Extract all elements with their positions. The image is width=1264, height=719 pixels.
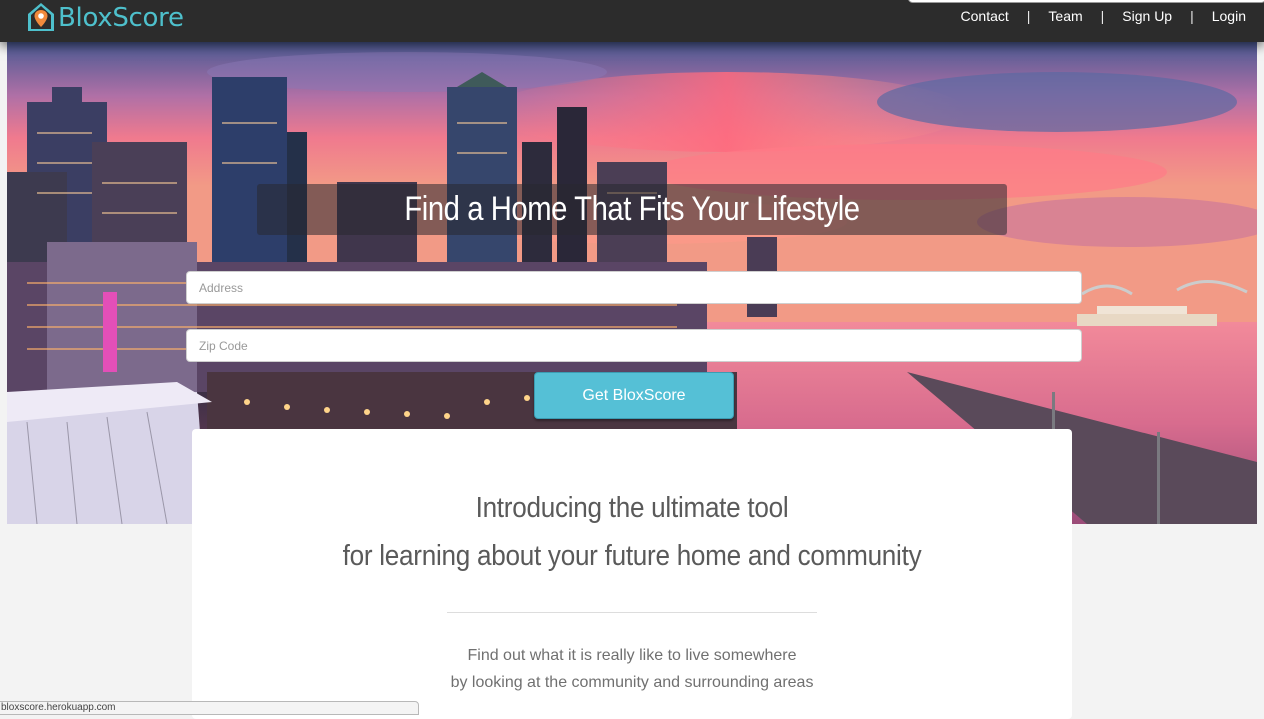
top-navbar: BloxScore Contact | Team | Sign Up | Log… xyxy=(0,0,1264,42)
browser-status-bar: bloxscore.herokuapp.com xyxy=(0,701,419,715)
nav-separator: | xyxy=(1190,8,1194,24)
divider xyxy=(447,612,817,613)
house-pin-icon xyxy=(28,3,54,31)
nav-separator: | xyxy=(1026,8,1031,24)
intro-subtext-line-1: Find out what it is really like to live … xyxy=(467,647,797,664)
nav-contact-link[interactable]: Contact xyxy=(961,8,1009,24)
nav-login-link[interactable]: Login xyxy=(1212,8,1246,24)
get-bloxscore-button[interactable]: Get BloxScore xyxy=(534,372,734,419)
address-bar-edge xyxy=(908,0,1264,3)
nav-separator: | xyxy=(1100,8,1105,24)
address-input[interactable] xyxy=(186,271,1082,304)
nav-signup-link[interactable]: Sign Up xyxy=(1122,8,1172,24)
brand-logo[interactable]: BloxScore xyxy=(26,0,184,36)
nav-team-link[interactable]: Team xyxy=(1048,8,1082,24)
intro-card: Introducing the ultimate tool for learni… xyxy=(192,429,1072,719)
zip-code-input[interactable] xyxy=(186,329,1082,362)
nav-links: Contact | Team | Sign Up | Login xyxy=(961,6,1246,26)
intro-heading-line-2: for learning about your future home and … xyxy=(342,540,922,572)
intro-heading-line-1: Introducing the ultimate tool xyxy=(475,492,789,524)
brand-name: BloxScore xyxy=(58,3,184,33)
intro-subtext-line-2: by looking at the community and surround… xyxy=(450,674,814,691)
hero-headline: Find a Home That Fits Your Lifestyle xyxy=(404,190,860,228)
